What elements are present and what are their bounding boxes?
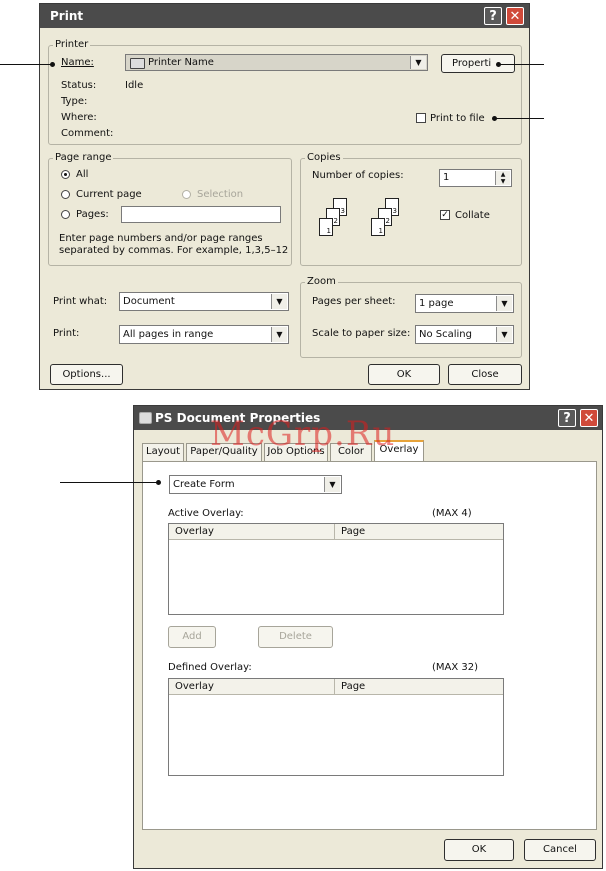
callout-line — [496, 118, 544, 119]
radio-all[interactable] — [61, 170, 70, 179]
callout-line — [0, 64, 52, 65]
delete-button[interactable]: Delete — [258, 626, 333, 648]
comment-label: Comment: — [61, 128, 114, 139]
pages-input[interactable] — [121, 206, 281, 223]
callout-dot — [492, 116, 497, 121]
close-icon[interactable]: ✕ — [506, 7, 524, 25]
chevron-down-icon[interactable]: ▼ — [324, 477, 340, 492]
collate-label[interactable]: Collate — [455, 210, 490, 221]
document-properties-dialog: PS Document Properties ? ✕ Layout Paper/… — [133, 405, 603, 869]
chevron-down-icon[interactable]: ▼ — [271, 294, 287, 309]
print-to-file-label[interactable]: Print to file — [430, 113, 485, 124]
radio-selection-label: Selection — [197, 189, 244, 200]
copies-value: 1 — [443, 172, 450, 183]
page-range-help-2: separated by commas. For example, 1,3,5–… — [59, 245, 289, 256]
number-of-copies-label: Number of copies: — [312, 170, 404, 181]
print-what-select[interactable]: Document ▼ — [119, 292, 289, 311]
print-what-label: Print what: — [53, 296, 108, 307]
callout-dot — [496, 62, 501, 67]
close-button[interactable]: Close — [448, 364, 522, 385]
callout-dot — [156, 480, 161, 485]
page-range-legend: Page range — [53, 152, 114, 163]
collate-stack-1: 3 2 1 — [315, 198, 355, 248]
active-overlay-label: Active Overlay: — [168, 508, 244, 519]
radio-all-label[interactable]: All — [76, 169, 88, 180]
tab-layout[interactable]: Layout — [142, 443, 184, 461]
collate-page-icon: 1 — [371, 218, 385, 236]
defined-overlay-label: Defined Overlay: — [168, 662, 252, 673]
page-range-help-1: Enter page numbers and/or page ranges — [59, 233, 263, 244]
defined-overlay-list[interactable]: Overlay Page — [168, 678, 504, 776]
collate-stack-2: 3 2 1 — [367, 198, 407, 248]
ok-button[interactable]: OK — [444, 839, 514, 861]
scale-label: Scale to paper size: — [312, 328, 411, 339]
print-dialog: Print ? ✕ Printer Name: Printer Name ▼ P… — [39, 3, 530, 390]
col-header-overlay[interactable]: Overlay — [169, 679, 335, 695]
print-dialog-title: Print — [50, 9, 84, 23]
type-label: Type: — [61, 96, 88, 107]
print-range-select[interactable]: All pages in range ▼ — [119, 325, 289, 344]
callout-line — [500, 64, 544, 65]
cancel-button[interactable]: Cancel — [524, 839, 596, 861]
chevron-down-icon[interactable]: ▼ — [271, 327, 287, 342]
print-to-file-checkbox[interactable] — [416, 113, 426, 123]
close-icon[interactable]: ✕ — [580, 409, 598, 427]
radio-pages-label[interactable]: Pages: — [76, 209, 109, 220]
col-header-overlay[interactable]: Overlay — [169, 524, 335, 540]
active-overlay-list[interactable]: Overlay Page — [168, 523, 504, 615]
chevron-down-icon[interactable]: ▼ — [496, 327, 512, 342]
add-button[interactable]: Add — [168, 626, 216, 648]
chevron-down-icon[interactable]: ▼ — [496, 296, 512, 311]
copies-legend: Copies — [305, 152, 343, 163]
printer-name-select[interactable]: Printer Name ▼ — [125, 54, 428, 71]
printer-name-value: Printer Name — [148, 57, 214, 68]
col-header-page[interactable]: Page — [335, 679, 503, 695]
col-header-page[interactable]: Page — [335, 524, 503, 540]
chevron-down-icon[interactable]: ▼ — [410, 56, 426, 69]
pages-per-sheet-value: 1 page — [419, 298, 454, 309]
pages-per-sheet-select[interactable]: 1 page ▼ — [415, 294, 514, 313]
options-button[interactable]: Options... — [50, 364, 123, 385]
ok-button[interactable]: OK — [368, 364, 440, 385]
help-icon[interactable]: ? — [558, 409, 576, 427]
printer-group-legend: Printer — [53, 39, 91, 50]
spinner-up-icon[interactable]: ▲ — [495, 171, 510, 178]
radio-selection — [182, 190, 191, 199]
watermark: McGrp.Ru — [210, 414, 396, 454]
zoom-legend: Zoom — [305, 276, 338, 287]
help-icon[interactable]: ? — [484, 7, 502, 25]
collate-checkbox[interactable]: ✓ — [440, 210, 450, 220]
pages-per-sheet-label: Pages per sheet: — [312, 296, 396, 307]
printer-icon — [130, 58, 145, 69]
print-label: Print: — [53, 328, 80, 339]
status-label: Status: — [61, 80, 97, 91]
copies-spinner[interactable]: 1 ▲ ▼ — [439, 169, 512, 187]
callout-dot — [50, 62, 55, 67]
radio-pages[interactable] — [61, 210, 70, 219]
spinner-down-icon[interactable]: ▼ — [495, 178, 510, 185]
active-overlay-max: (MAX 4) — [432, 508, 472, 519]
scale-value: No Scaling — [419, 329, 472, 340]
print-dialog-titlebar[interactable]: Print ? ✕ — [40, 4, 529, 28]
radio-current-page-label[interactable]: Current page — [76, 189, 142, 200]
defined-overlay-max: (MAX 32) — [432, 662, 479, 673]
create-form-value: Create Form — [173, 479, 235, 490]
where-label: Where: — [61, 112, 97, 123]
scale-select[interactable]: No Scaling ▼ — [415, 325, 514, 344]
radio-current-page[interactable] — [61, 190, 70, 199]
print-range-value: All pages in range — [123, 329, 214, 340]
status-value: Idle — [125, 80, 144, 91]
collate-page-icon: 1 — [319, 218, 333, 236]
create-form-select[interactable]: Create Form ▼ — [169, 475, 342, 494]
name-label: Name: — [61, 57, 94, 68]
print-what-value: Document — [123, 296, 175, 307]
callout-line — [60, 482, 160, 483]
printer-title-icon — [139, 412, 152, 424]
